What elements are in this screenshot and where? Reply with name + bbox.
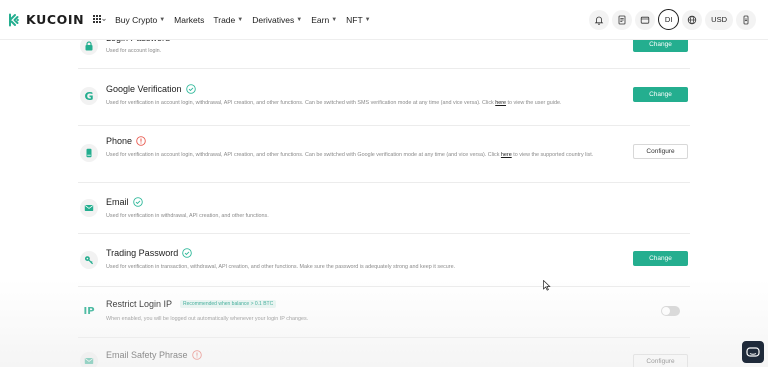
change-google-verification-button[interactable]: Change <box>633 87 688 102</box>
chevron-down-icon: ▼ <box>159 16 166 23</box>
row-title: Google Verification <box>106 84 196 94</box>
email-title: Email <box>106 197 129 207</box>
nav-markets[interactable]: Markets <box>174 15 204 25</box>
security-settings-list: Login Password Used for account login. C… <box>0 0 768 367</box>
kucoin-logo[interactable]: KUCOIN <box>8 12 84 27</box>
kucoin-logo-icon <box>9 13 20 26</box>
google-guide-link[interactable]: here <box>495 100 506 106</box>
mobile-icon <box>743 15 749 24</box>
support-chat-button[interactable] <box>742 341 764 363</box>
nav-buy-crypto[interactable]: Buy Crypto ▼ <box>115 15 165 25</box>
nav-trade[interactable]: Trade ▼ <box>213 15 243 25</box>
warning-circle-icon <box>136 136 146 146</box>
row-title: Email <box>106 197 143 207</box>
email-icon <box>80 199 98 217</box>
row-desc: Used for verification in transaction, wi… <box>106 264 456 270</box>
email-safety-phrase-title: Email Safety Phrase <box>106 350 188 360</box>
row-desc: Used for verification in account login, … <box>106 100 562 106</box>
change-trading-password-button[interactable]: Change <box>633 251 688 266</box>
google-icon: G <box>80 87 98 105</box>
download-app-button[interactable] <box>736 9 756 30</box>
chevron-down-icon: ▼ <box>331 16 338 23</box>
key-icon <box>80 251 98 269</box>
row-title: Email Safety Phrase <box>106 350 202 360</box>
mail-shield-icon <box>80 352 98 367</box>
row-email: Email Used for verification in withdrawa… <box>78 184 690 234</box>
globe-icon <box>687 15 697 24</box>
wallet-button[interactable] <box>635 9 656 30</box>
chat-bot-icon <box>746 347 760 357</box>
top-header: KUCOIN Buy Crypto ▼ Markets Trade ▼ Deriva… <box>0 0 768 40</box>
wallet-icon <box>640 16 650 24</box>
chevron-down-icon: ▼ <box>237 16 244 23</box>
ip-icon: IP <box>83 305 95 317</box>
nav-derivatives[interactable]: Derivatives ▼ <box>252 15 302 25</box>
bell-icon <box>594 16 604 25</box>
nav-nft[interactable]: NFT ▼ <box>346 15 370 25</box>
row-restrict-login-ip: IP Restrict Login IP Recommended when ba… <box>78 288 690 338</box>
grid-icon <box>93 15 106 23</box>
main-nav: Buy Crypto ▼ Markets Trade ▼ Derivatives ▼ … <box>115 15 379 25</box>
check-circle-icon <box>182 248 192 258</box>
row-google-verification: G Google Verification Used for verificat… <box>78 70 690 126</box>
mouse-cursor-icon <box>543 278 551 296</box>
orders-button[interactable] <box>612 9 633 30</box>
restrict-login-ip-title: Restrict Login IP <box>106 299 173 309</box>
currency-selector[interactable]: USD <box>705 9 733 30</box>
row-phone: Phone Used for verification in account l… <box>78 127 690 183</box>
nav-earn[interactable]: Earn ▼ <box>311 15 337 25</box>
phone-icon <box>80 144 98 162</box>
row-title: Phone <box>106 136 146 146</box>
apps-grid-button[interactable] <box>93 15 106 24</box>
chevron-down-icon: ▼ <box>364 16 371 23</box>
row-email-safety-phrase: Email Safety Phrase Configure <box>78 339 690 367</box>
recommended-badge: Recommended when balance > 0.1 BTC <box>180 300 277 308</box>
document-icon <box>618 15 626 24</box>
chevron-down-icon: ▼ <box>296 16 303 23</box>
header-actions: DI USD <box>586 9 756 30</box>
row-trading-password: Trading Password Used for verification i… <box>78 235 690 287</box>
supported-country-link[interactable]: here <box>501 152 512 158</box>
avatar[interactable]: DI <box>658 9 680 30</box>
configure-phone-button[interactable]: Configure <box>633 144 688 159</box>
google-verification-title: Google Verification <box>106 84 182 94</box>
toggle-knob <box>662 307 670 315</box>
check-circle-icon <box>132 197 143 207</box>
trading-password-title: Trading Password <box>106 248 179 258</box>
row-desc: Used for verification in account login, … <box>106 152 594 158</box>
notifications-button[interactable] <box>589 9 610 30</box>
language-button[interactable] <box>682 9 703 30</box>
warning-circle-icon <box>191 350 202 360</box>
row-desc: Used for account login. <box>106 48 162 54</box>
row-title: Trading Password <box>106 248 192 258</box>
row-desc: When enabled, you will be logged out aut… <box>106 316 309 322</box>
configure-email-safety-button[interactable]: Configure <box>633 354 688 367</box>
phone-title: Phone <box>106 136 133 146</box>
brand-name: KUCOIN <box>26 12 85 27</box>
restrict-ip-toggle[interactable] <box>661 306 680 316</box>
row-title: Restrict Login IP Recommended when balan… <box>106 299 277 309</box>
check-circle-icon <box>185 84 196 94</box>
row-desc: Used for verification in withdrawal, API… <box>106 213 269 219</box>
